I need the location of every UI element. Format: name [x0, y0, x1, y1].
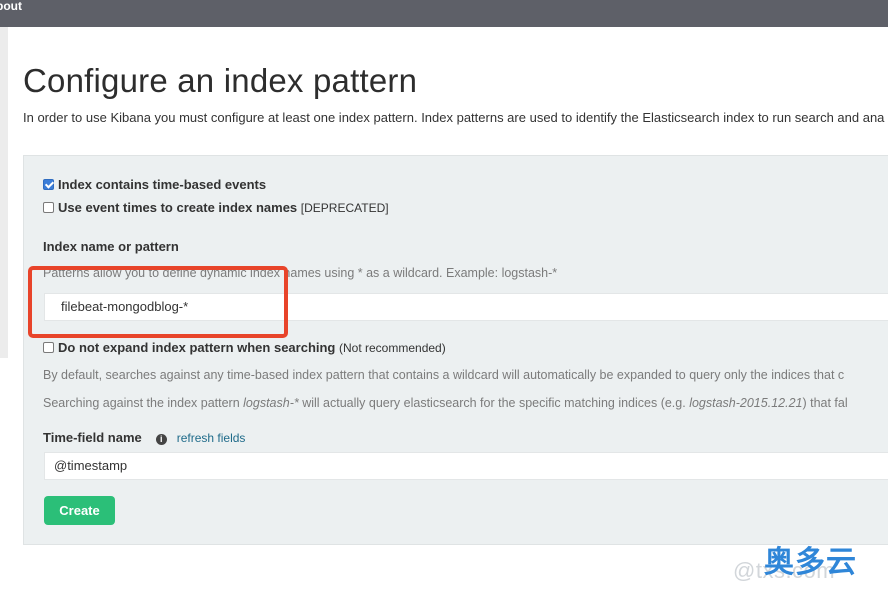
time-field-row: Time-field name i refresh fields [43, 430, 245, 445]
deprecated-note: [DEPRECATED] [300, 201, 389, 215]
watermark-brand: 奥多云 [764, 546, 857, 579]
highlight-annotation-box [28, 266, 288, 338]
time-based-checkbox[interactable] [43, 179, 54, 190]
time-field-select[interactable]: @timestamp [44, 452, 888, 480]
not-recommended-note: (Not recommended) [339, 341, 446, 355]
info-icon[interactable]: i [155, 434, 167, 445]
event-times-label: Use event times to create index names [58, 200, 298, 215]
watermark: @txs.com 奥多云 [733, 540, 885, 585]
left-sidebar-strip [0, 27, 8, 358]
event-times-checkbox[interactable] [43, 202, 54, 213]
no-expand-label: Do not expand index pattern when searchi… [58, 340, 336, 355]
page-title: Configure an index pattern [23, 62, 418, 99]
intro-text: In order to use Kibana you must configur… [23, 110, 885, 125]
top-navbar: bout [0, 0, 888, 27]
event-times-row[interactable]: Use event times to create index names [D… [43, 200, 389, 215]
time-based-row[interactable]: Index contains time-based events [43, 177, 266, 192]
no-expand-row[interactable]: Do not expand index pattern when searchi… [43, 340, 446, 355]
create-button[interactable]: Create [44, 496, 115, 525]
refresh-fields-link[interactable]: refresh fields [177, 431, 246, 445]
no-expand-checkbox[interactable] [43, 342, 54, 353]
nav-about-link[interactable]: bout [0, 0, 22, 13]
expand-help-1: By default, searches against any time-ba… [43, 368, 845, 382]
expand-help-2: Searching against the index pattern logs… [43, 396, 848, 410]
time-based-label: Index contains time-based events [58, 177, 267, 192]
index-pattern-form: Index contains time-based events Use eve… [23, 155, 888, 545]
index-name-label: Index name or pattern [43, 239, 179, 254]
time-field-label: Time-field name [43, 430, 142, 445]
